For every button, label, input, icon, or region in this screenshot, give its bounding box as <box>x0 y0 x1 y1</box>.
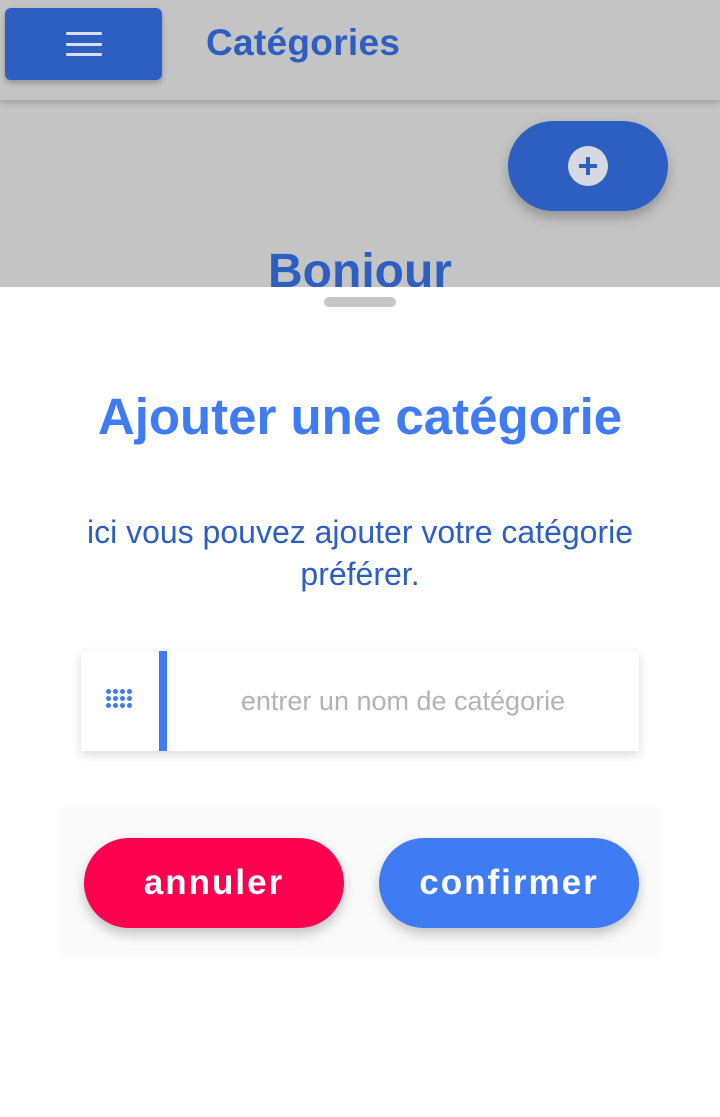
page-title: Catégories <box>206 22 401 63</box>
confirm-button[interactable]: confirmer <box>379 838 639 928</box>
grid-dots-icon <box>106 689 132 713</box>
sheet-actions: annuler confirmer <box>60 807 660 957</box>
add-category-fab[interactable] <box>508 121 668 211</box>
sheet-description: ici vous pouvez ajouter votre catégorie … <box>86 514 634 592</box>
sheet-drag-handle[interactable] <box>324 297 396 307</box>
sheet-title: Ajouter une catégorie <box>97 388 623 445</box>
app-bar: Catégories <box>0 0 720 100</box>
category-name-input[interactable] <box>167 651 639 751</box>
cancel-button[interactable]: annuler <box>84 838 344 928</box>
category-name-field <box>81 651 639 751</box>
input-accent-bar <box>159 651 167 751</box>
add-category-sheet: Ajouter une catégorie ici vous pouvez aj… <box>0 287 720 1117</box>
app-screen: Catégories Bonjour Ajouter une catégorie… <box>0 0 720 1117</box>
menu-icon <box>65 32 102 56</box>
add-circle-icon <box>568 146 608 186</box>
menu-button[interactable] <box>5 8 162 80</box>
